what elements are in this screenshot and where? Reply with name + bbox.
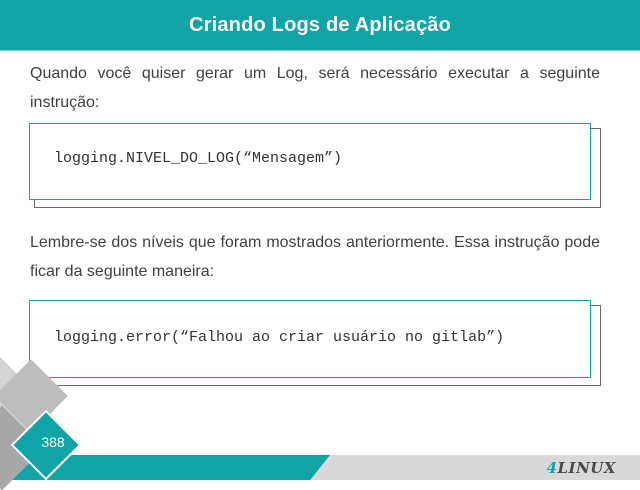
company-logo: 4LINUX — [547, 459, 616, 477]
logo-number: 4 — [546, 459, 558, 477]
logo-text: LINUX — [557, 459, 616, 477]
title-bar: Criando Logs de Aplicação — [0, 0, 640, 51]
code-snippet-example: logging.error(“Falhou ao criar usuário n… — [54, 329, 505, 346]
page-number: 388 — [41, 434, 65, 450]
code-snippet-syntax: logging.NIVEL_DO_LOG(“Mensagem”) — [54, 150, 343, 167]
paragraph-example: Lembre-se dos níveis que foram mostrados… — [30, 234, 600, 280]
code-box-syntax: logging.NIVEL_DO_LOG(“Mensagem”) — [29, 123, 601, 208]
paragraph-intro: Quando você quiser gerar um Log, será ne… — [30, 65, 600, 111]
page-title: Criando Logs de Aplicação — [188, 13, 452, 36]
code-box-example: logging.error(“Falhou ao criar usuário n… — [29, 300, 601, 386]
